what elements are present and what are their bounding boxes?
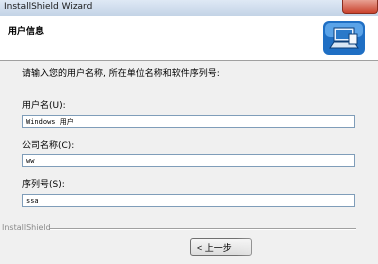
cropped-fade — [236, 230, 378, 264]
installshield-brand: InstallShield — [2, 223, 51, 232]
title-bar[interactable]: InstallShield Wizard — [0, 0, 378, 17]
instruction-text: 请输入您的用户名称, 所在单位名称和软件序列号: — [22, 69, 220, 79]
username-field[interactable] — [22, 115, 355, 128]
company-field[interactable] — [22, 154, 355, 167]
wizard-header: 用户信息 — [0, 16, 378, 61]
window-title: InstallShield Wizard — [4, 2, 93, 12]
username-label: 用户名(U): — [22, 101, 66, 111]
installshield-wizard-window: InstallShield Wizard 用户信息 请输入您的用户名称, 所在单… — [0, 0, 378, 264]
computer-install-icon — [323, 21, 365, 55]
company-label: 公司名称(C): — [22, 141, 75, 151]
close-button[interactable] — [342, 0, 378, 14]
serial-label: 序列号(S): — [22, 180, 65, 190]
serial-field[interactable] — [22, 194, 355, 207]
page-title: 用户信息 — [8, 27, 45, 37]
